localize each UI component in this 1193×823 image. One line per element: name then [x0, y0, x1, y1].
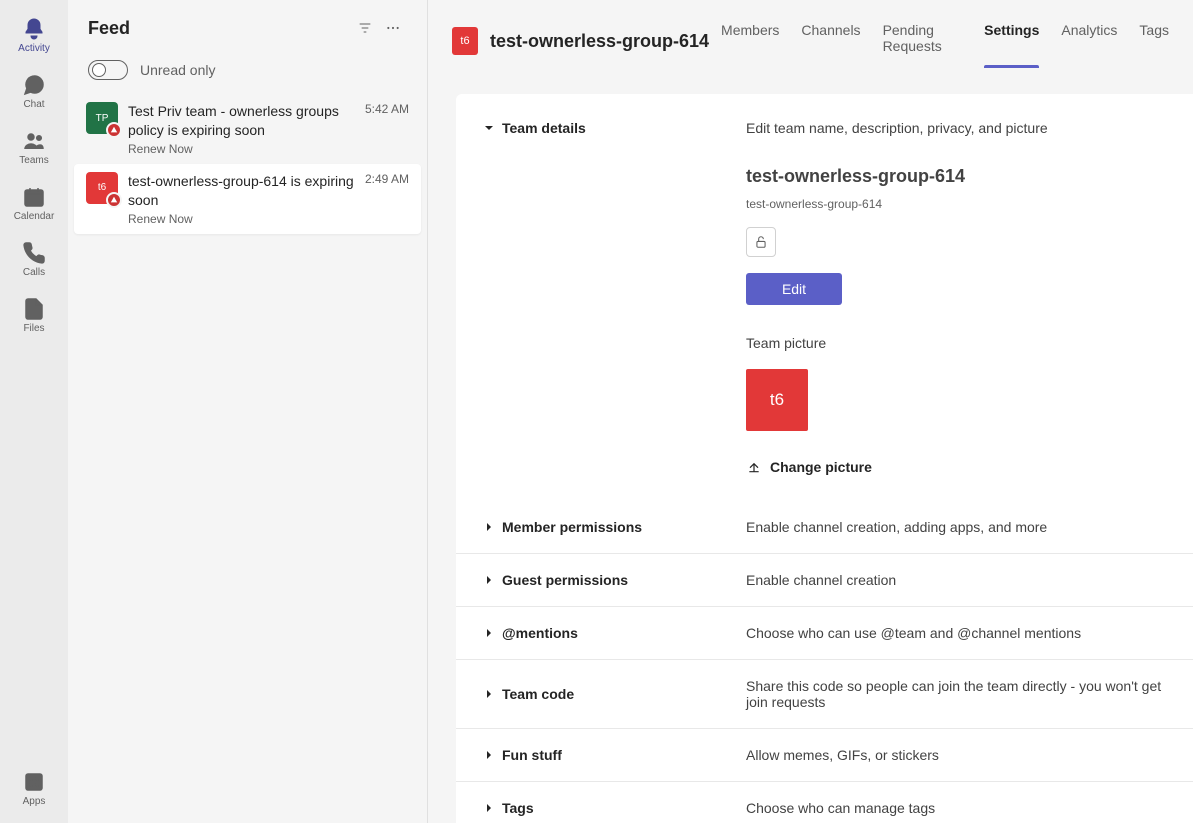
tab-pending-requests[interactable]: Pending Requests: [883, 14, 963, 68]
section-title: Guest permissions: [502, 572, 628, 588]
section-title: Fun stuff: [502, 747, 562, 763]
change-picture-button[interactable]: Change picture: [746, 459, 1165, 475]
phone-icon: [22, 241, 46, 265]
edit-button[interactable]: Edit: [746, 273, 842, 305]
more-button[interactable]: [379, 14, 407, 42]
rail-label: Teams: [19, 155, 48, 166]
section-desc: Share this code so people can join the t…: [746, 678, 1165, 710]
bell-icon: [22, 17, 46, 41]
section-desc: Allow memes, GIFs, or stickers: [746, 747, 1165, 763]
section-team-details: Team details Edit team name, description…: [456, 94, 1193, 493]
avatar: t6: [86, 172, 118, 204]
tab-settings[interactable]: Settings: [984, 14, 1039, 68]
app-rail: Activity Chat Teams Calendar Calls Files…: [0, 0, 68, 823]
rail-calls[interactable]: Calls: [0, 232, 68, 286]
avatar: TP: [86, 102, 118, 134]
tab-analytics[interactable]: Analytics: [1061, 14, 1117, 68]
section-title: Team code: [502, 686, 574, 702]
feed-item-title: Test Priv team - ownerless groups policy…: [128, 102, 357, 140]
team-details-name: test-ownerless-group-614: [746, 166, 1165, 187]
section-guest-permissions[interactable]: Guest permissions Enable channel creatio…: [456, 553, 1193, 606]
section-desc: Enable channel creation, adding apps, an…: [746, 519, 1165, 535]
team-avatar: t6: [452, 27, 478, 55]
tab-members[interactable]: Members: [721, 14, 779, 68]
section-desc: Choose who can manage tags: [746, 800, 1165, 816]
section-desc: Enable channel creation: [746, 572, 1165, 588]
caret-right-icon: [484, 750, 494, 760]
rail-label: Apps: [23, 796, 46, 807]
rail-teams[interactable]: Teams: [0, 120, 68, 174]
settings-content: Team details Edit team name, description…: [428, 68, 1193, 823]
section-team-code[interactable]: Team code Share this code so people can …: [456, 659, 1193, 728]
more-icon: [385, 20, 401, 36]
feed-list: TP Test Priv team - ownerless groups pol…: [68, 94, 427, 234]
rail-label: Chat: [23, 99, 44, 110]
feed-item-time: 5:42 AM: [365, 102, 409, 140]
team-details-slug: test-ownerless-group-614: [746, 197, 1165, 211]
rail-chat[interactable]: Chat: [0, 64, 68, 118]
feed-item[interactable]: t6 test-ownerless-group-614 is expiring …: [74, 164, 421, 234]
main-header: t6 test-ownerless-group-614 Members Chann…: [428, 0, 1193, 68]
rail-apps[interactable]: Apps: [0, 761, 68, 815]
rail-calendar[interactable]: Calendar: [0, 176, 68, 230]
feed-item[interactable]: TP Test Priv team - ownerless groups pol…: [74, 94, 421, 164]
alert-badge: [106, 192, 122, 208]
caret-right-icon: [484, 522, 494, 532]
rail-label: Calls: [23, 267, 45, 278]
main-panel: t6 test-ownerless-group-614 Members Chann…: [428, 0, 1193, 823]
feed-title: Feed: [88, 18, 351, 39]
caret-down-icon: [484, 123, 494, 133]
filter-icon: [357, 20, 373, 36]
file-icon: [22, 297, 46, 321]
feed-item-sub: Renew Now: [128, 142, 409, 156]
team-picture-label: Team picture: [746, 335, 1165, 351]
section-desc: Choose who can use @team and @channel me…: [746, 625, 1165, 641]
teams-icon: [22, 129, 46, 153]
feed-item-sub: Renew Now: [128, 212, 409, 226]
privacy-indicator[interactable]: [746, 227, 776, 257]
team-picture: t6: [746, 369, 808, 431]
filter-button[interactable]: [351, 14, 379, 42]
tab-channels[interactable]: Channels: [801, 14, 860, 68]
calendar-icon: [22, 185, 46, 209]
unread-toggle[interactable]: [88, 60, 128, 80]
section-member-permissions[interactable]: Member permissions Enable channel creati…: [456, 493, 1193, 553]
rail-label: Calendar: [14, 211, 55, 222]
caret-right-icon: [484, 803, 494, 813]
change-picture-label: Change picture: [770, 459, 872, 475]
tab-tags[interactable]: Tags: [1139, 14, 1169, 68]
section-title: Tags: [502, 800, 534, 816]
apps-icon: [22, 770, 46, 794]
caret-right-icon: [484, 689, 494, 699]
section-title: Member permissions: [502, 519, 642, 535]
team-details-hint: Edit team name, description, privacy, an…: [746, 120, 1165, 136]
feed-item-time: 2:49 AM: [365, 172, 409, 210]
team-tabs: Members Channels Pending Requests Settings A…: [721, 14, 1169, 68]
feed-panel: Feed Unread only TP Test Priv team - own…: [68, 0, 428, 823]
settings-card: Team details Edit team name, description…: [456, 94, 1193, 823]
section-tags[interactable]: Tags Choose who can manage tags: [456, 781, 1193, 823]
section-title: Team details: [502, 120, 586, 136]
alert-badge: [106, 122, 122, 138]
chat-icon: [22, 73, 46, 97]
unread-label: Unread only: [140, 62, 216, 78]
section-title: @mentions: [502, 625, 578, 641]
upload-icon: [746, 459, 762, 475]
section-fun-stuff[interactable]: Fun stuff Allow memes, GIFs, or stickers: [456, 728, 1193, 781]
lock-open-icon: [754, 235, 768, 249]
rail-label: Activity: [18, 43, 50, 54]
rail-label: Files: [23, 323, 44, 334]
rail-activity[interactable]: Activity: [0, 8, 68, 62]
caret-right-icon: [484, 628, 494, 638]
section--mentions[interactable]: @mentions Choose who can use @team and @…: [456, 606, 1193, 659]
team-name: test-ownerless-group-614: [490, 31, 709, 52]
caret-right-icon: [484, 575, 494, 585]
rail-files[interactable]: Files: [0, 288, 68, 342]
feed-item-title: test-ownerless-group-614 is expiring soo…: [128, 172, 357, 210]
